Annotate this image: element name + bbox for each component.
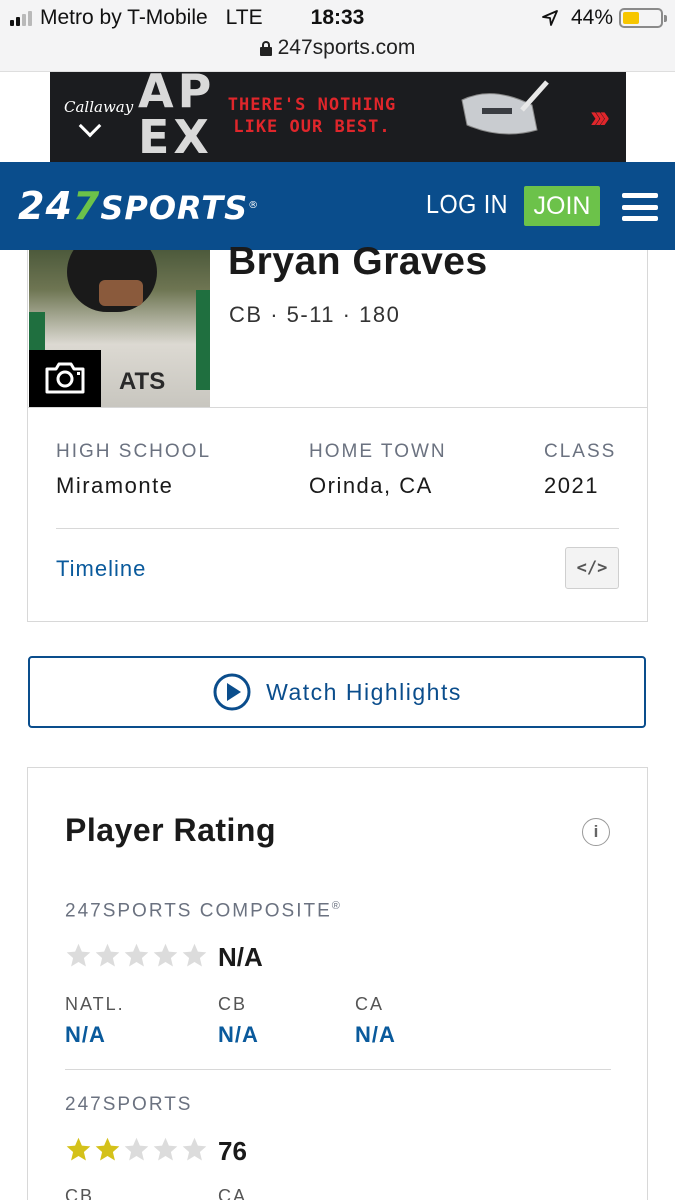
sports247-rank-label: CA [218,1186,248,1200]
composite-rank-state[interactable]: N/A [355,1022,396,1048]
embed-code-button[interactable]: </> [565,547,619,589]
star-filled-icon [66,1137,91,1161]
login-link[interactable]: LOG IN [426,189,508,220]
class-label: CLASS [544,441,617,462]
status-bar: Metro by T-Mobile LTE 18:33 44% 247sport… [0,0,675,72]
ad-tagline: THERE'S NOTHING LIKE OUR BEST. [227,95,397,137]
home-town-value: Orinda, CA [309,473,433,498]
battery-percent: 44% [570,6,613,29]
site-header: 247SPORTS® LOG IN JOIN [0,162,675,250]
high-school-value[interactable]: Miramonte [56,473,173,499]
camera-icon [45,362,85,394]
sports247-rank-label: CB [65,1186,95,1200]
player-weight: 180 [359,302,401,327]
ad-headline: AP EX [138,72,216,162]
battery-icon [619,8,667,28]
star-empty-icon [95,943,120,967]
ad-brand: Callaway [64,98,134,116]
high-school-label: HIGH SCHOOL [56,441,212,462]
watch-highlights-label: Watch Highlights [266,678,462,705]
star-filled-icon [95,1137,120,1161]
composite-rank-label: NATL. [65,994,125,1014]
composite-score: N/A [218,942,263,972]
composite-label: 247SPORTS COMPOSITE® [65,900,342,922]
join-button[interactable]: JOIN [524,186,600,226]
menu-icon[interactable] [622,193,658,221]
photo-gallery-button[interactable] [29,350,101,407]
ad-arrows-icon: ››› [590,98,610,134]
status-bar-right: 44% [541,6,667,30]
info-icon[interactable]: i [582,818,610,846]
star-empty-icon [153,1137,178,1161]
player-profile-card: ATS Bryan Graves CB · 5-11 · 180 HIGH SC… [27,240,648,622]
logo-sports: SPORTS [100,189,249,227]
player-photo[interactable]: ATS [29,250,210,407]
star-empty-icon [124,943,149,967]
composite-stars [65,942,208,969]
star-empty-icon [66,943,91,967]
composite-rank-position[interactable]: N/A [218,1022,259,1048]
player-position: CB [229,302,263,327]
ad-banner[interactable]: Callaway AP EX THERE'S NOTHING LIKE OUR … [50,72,626,162]
location-arrow-icon [542,10,558,26]
star-empty-icon [124,1137,149,1161]
composite-rank-label: CA [355,994,385,1014]
star-empty-icon [182,1137,207,1161]
star-empty-icon [153,943,178,967]
player-height: 5-11 [286,302,336,327]
battery-fill [623,12,639,24]
play-icon [213,673,251,711]
divider [28,407,647,408]
composite-rank-natl[interactable]: N/A [65,1022,106,1048]
star-empty-icon [182,943,207,967]
composite-rank-label: CB [218,994,248,1014]
divider [65,1069,611,1070]
golf-club-icon [461,80,549,135]
player-name: Bryan Graves [228,240,488,283]
player-meta: CB · 5-11 · 180 [229,302,401,327]
url-bar[interactable]: 247sports.com [0,36,675,60]
rating-title: Player Rating [65,812,277,848]
watch-highlights-button[interactable]: Watch Highlights [28,656,646,728]
site-logo[interactable]: 247SPORTS® [18,184,259,230]
jersey-text: ATS [119,368,166,395]
ad-chevron-logo-icon [78,114,102,138]
url-text: 247sports.com [277,36,416,59]
timeline-link[interactable]: Timeline [56,556,146,582]
divider [56,528,619,529]
sports247-label: 247SPORTS [65,1094,193,1115]
sports247-stars [65,1136,208,1163]
home-town-label: HOME TOWN [309,441,447,462]
lock-icon [259,40,272,56]
logo-247: 247 [18,184,101,228]
class-value: 2021 [544,473,599,498]
player-rating-card: Player Rating i 247SPORTS COMPOSITE® N/A… [27,767,648,1200]
sports247-score: 76 [218,1136,247,1166]
